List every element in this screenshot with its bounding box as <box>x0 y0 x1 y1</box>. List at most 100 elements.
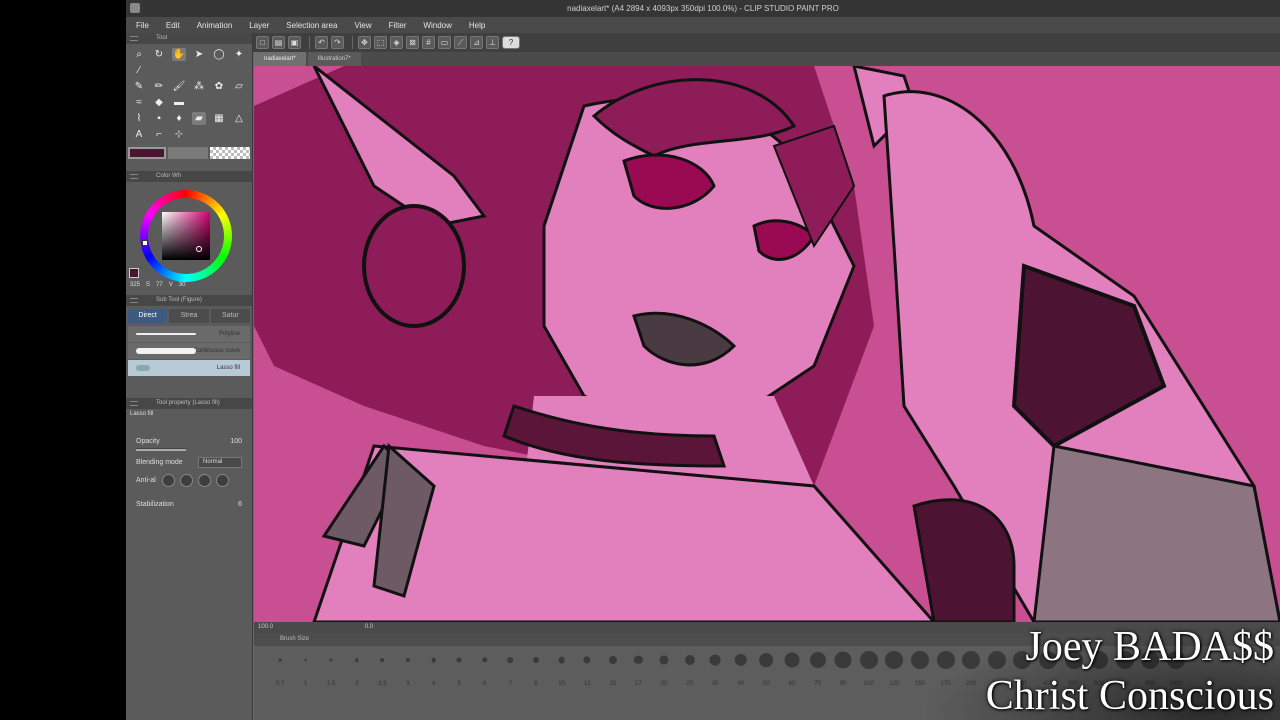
brush-size-preset[interactable]: 80 <box>831 649 855 689</box>
brush-size-preset[interactable]: 50 <box>754 649 778 689</box>
panel-grip-icon[interactable] <box>130 36 138 41</box>
auto-select-tool-icon[interactable]: ✦ <box>232 48 246 61</box>
brush-size-preset[interactable]: 2 <box>345 649 369 689</box>
figure-tool-icon[interactable]: ▰ <box>192 112 206 125</box>
angle-readout[interactable]: 0.0 <box>365 624 373 630</box>
zoom-readout[interactable]: 100.0 <box>258 624 273 630</box>
fill-icon[interactable]: ◈ <box>390 36 403 49</box>
panel-grip-icon[interactable] <box>130 298 138 303</box>
menu-filter[interactable]: Filter <box>389 21 407 30</box>
panel-grip-icon[interactable] <box>130 174 138 179</box>
opacity-value[interactable]: 100 <box>230 438 242 445</box>
brush-size-preset[interactable]: 17 <box>626 649 650 689</box>
menu-edit[interactable]: Edit <box>166 21 180 30</box>
sub-color-swatch[interactable] <box>168 147 208 159</box>
value-value[interactable]: 30 <box>179 282 186 288</box>
tab-saturated-line[interactable]: Satur <box>210 309 250 323</box>
menu-help[interactable]: Help <box>469 21 485 30</box>
brush-size-preset[interactable]: 25 <box>678 649 702 689</box>
brush-size-preset[interactable]: 1 <box>294 649 318 689</box>
open-file-icon[interactable]: ▤ <box>272 36 285 49</box>
brush-size-preset[interactable]: 6 <box>473 649 497 689</box>
brush-size-preset[interactable]: 120 <box>882 649 906 689</box>
gradient-tool-icon[interactable]: ▬ <box>172 96 186 109</box>
opacity-slider[interactable] <box>136 448 186 451</box>
main-color-swatch[interactable] <box>128 147 166 159</box>
brush-size-preset[interactable]: 3 <box>396 649 420 689</box>
brush-size-preset[interactable]: 12 <box>575 649 599 689</box>
rotate-tool-icon[interactable]: ↻ <box>152 48 166 61</box>
saturation-value-square[interactable] <box>162 212 210 260</box>
frame-tool-icon[interactable]: ▦ <box>212 112 226 125</box>
brush-size-preset[interactable]: 20 <box>652 649 676 689</box>
brush-size-preset[interactable]: 10 <box>550 649 574 689</box>
stabilization-value[interactable]: 6 <box>238 501 242 508</box>
selection-tool-icon[interactable]: ◯ <box>212 48 226 61</box>
brush-size-preset[interactable]: 2.5 <box>370 649 394 689</box>
saturation-value[interactable]: 77 <box>156 282 163 288</box>
antialias-strong-icon[interactable] <box>215 474 229 487</box>
brush-size-preset[interactable]: 5 <box>447 649 471 689</box>
menu-selection-area[interactable]: Selection area <box>286 21 337 30</box>
color-wheel-header[interactable]: Color Wh <box>126 171 252 182</box>
menu-view[interactable]: View <box>354 21 371 30</box>
help-icon[interactable]: ? <box>502 36 520 49</box>
ruler-icon[interactable]: ▭ <box>438 36 451 49</box>
hue-cursor-icon[interactable] <box>142 240 148 246</box>
pencil-tool-icon[interactable]: ✏ <box>152 80 166 93</box>
tab-nadiaxelart[interactable]: nadiaxelart* <box>254 52 306 66</box>
drawing-canvas[interactable] <box>254 66 1280 622</box>
antialias-weak-icon[interactable] <box>179 474 193 487</box>
fill-tool-icon[interactable]: ◆ <box>152 96 166 109</box>
airbrush-tool-icon[interactable]: ⁂ <box>192 80 206 93</box>
panel-grip-icon[interactable] <box>130 401 138 406</box>
current-color-chip[interactable] <box>129 268 139 278</box>
brush-size-preset[interactable]: 100 <box>857 649 881 689</box>
new-file-icon[interactable]: □ <box>256 36 269 49</box>
line-tool-icon[interactable]: ⊹ <box>172 128 186 141</box>
menu-window[interactable]: Window <box>423 21 451 30</box>
redo-icon[interactable]: ↷ <box>331 36 344 49</box>
antialias-medium-icon[interactable] <box>197 474 211 487</box>
sub-tool-item[interactable]: Polyline <box>128 326 250 342</box>
tool-panel-header[interactable]: Tool <box>126 33 252 44</box>
pen-tool-icon[interactable]: ✎ <box>132 80 146 93</box>
ink-tool-icon[interactable]: ▪ <box>152 112 166 125</box>
tab-illustration7[interactable]: Illustration7* <box>307 52 361 66</box>
tab-streamline[interactable]: Strea <box>169 309 209 323</box>
brush-size-preset[interactable]: 15 <box>601 649 625 689</box>
snap-grid-icon[interactable]: ⊥ <box>486 36 499 49</box>
brush-size-preset[interactable]: 40 <box>729 649 753 689</box>
crop-icon[interactable]: ⊠ <box>406 36 419 49</box>
brush-size-preset[interactable]: 4 <box>422 649 446 689</box>
snap-special-icon[interactable]: ⊿ <box>470 36 483 49</box>
operation-tool-icon[interactable]: ➤ <box>192 48 206 61</box>
blending-dropdown[interactable]: Normal <box>198 457 242 468</box>
hue-value[interactable]: 325 <box>130 282 140 288</box>
brush-size-preset[interactable]: 60 <box>780 649 804 689</box>
deselect-icon[interactable]: ⬚ <box>374 36 387 49</box>
sub-tool-item[interactable]: Continuous curve <box>128 343 250 359</box>
brush-tool-icon[interactable]: 🖌 <box>172 80 186 93</box>
correct-line-tool-icon[interactable]: ⌇ <box>132 112 146 125</box>
blend-tool-icon[interactable]: ≈ <box>132 96 146 109</box>
antialias-none-icon[interactable] <box>161 474 175 487</box>
balloon-tool-icon[interactable]: ⌐ <box>152 128 166 141</box>
text-tool-icon[interactable]: A <box>132 128 146 141</box>
tab-direct-draw[interactable]: Direct <box>128 309 168 323</box>
eyedropper-tool-icon[interactable]: ⁄ <box>132 64 146 77</box>
menu-file[interactable]: File <box>136 21 149 30</box>
brush-size-preset[interactable]: 7 <box>498 649 522 689</box>
snap-icon[interactable]: ⟋ <box>454 36 467 49</box>
undo-icon[interactable]: ↶ <box>315 36 328 49</box>
decoration-tool-icon[interactable]: ✿ <box>212 80 226 93</box>
menu-layer[interactable]: Layer <box>249 21 269 30</box>
save-icon[interactable]: ▣ <box>288 36 301 49</box>
zoom-tool-icon[interactable]: ⌕ <box>132 48 146 61</box>
menu-animation[interactable]: Animation <box>197 21 233 30</box>
grid-icon[interactable]: # <box>422 36 435 49</box>
transform-icon[interactable]: ✥ <box>358 36 371 49</box>
tool-property-header[interactable]: Tool property (Lasso fill) <box>126 398 252 409</box>
sub-tool-item-selected[interactable]: Lasso fill <box>128 360 250 376</box>
brush-size-preset[interactable]: 1.5 <box>319 649 343 689</box>
